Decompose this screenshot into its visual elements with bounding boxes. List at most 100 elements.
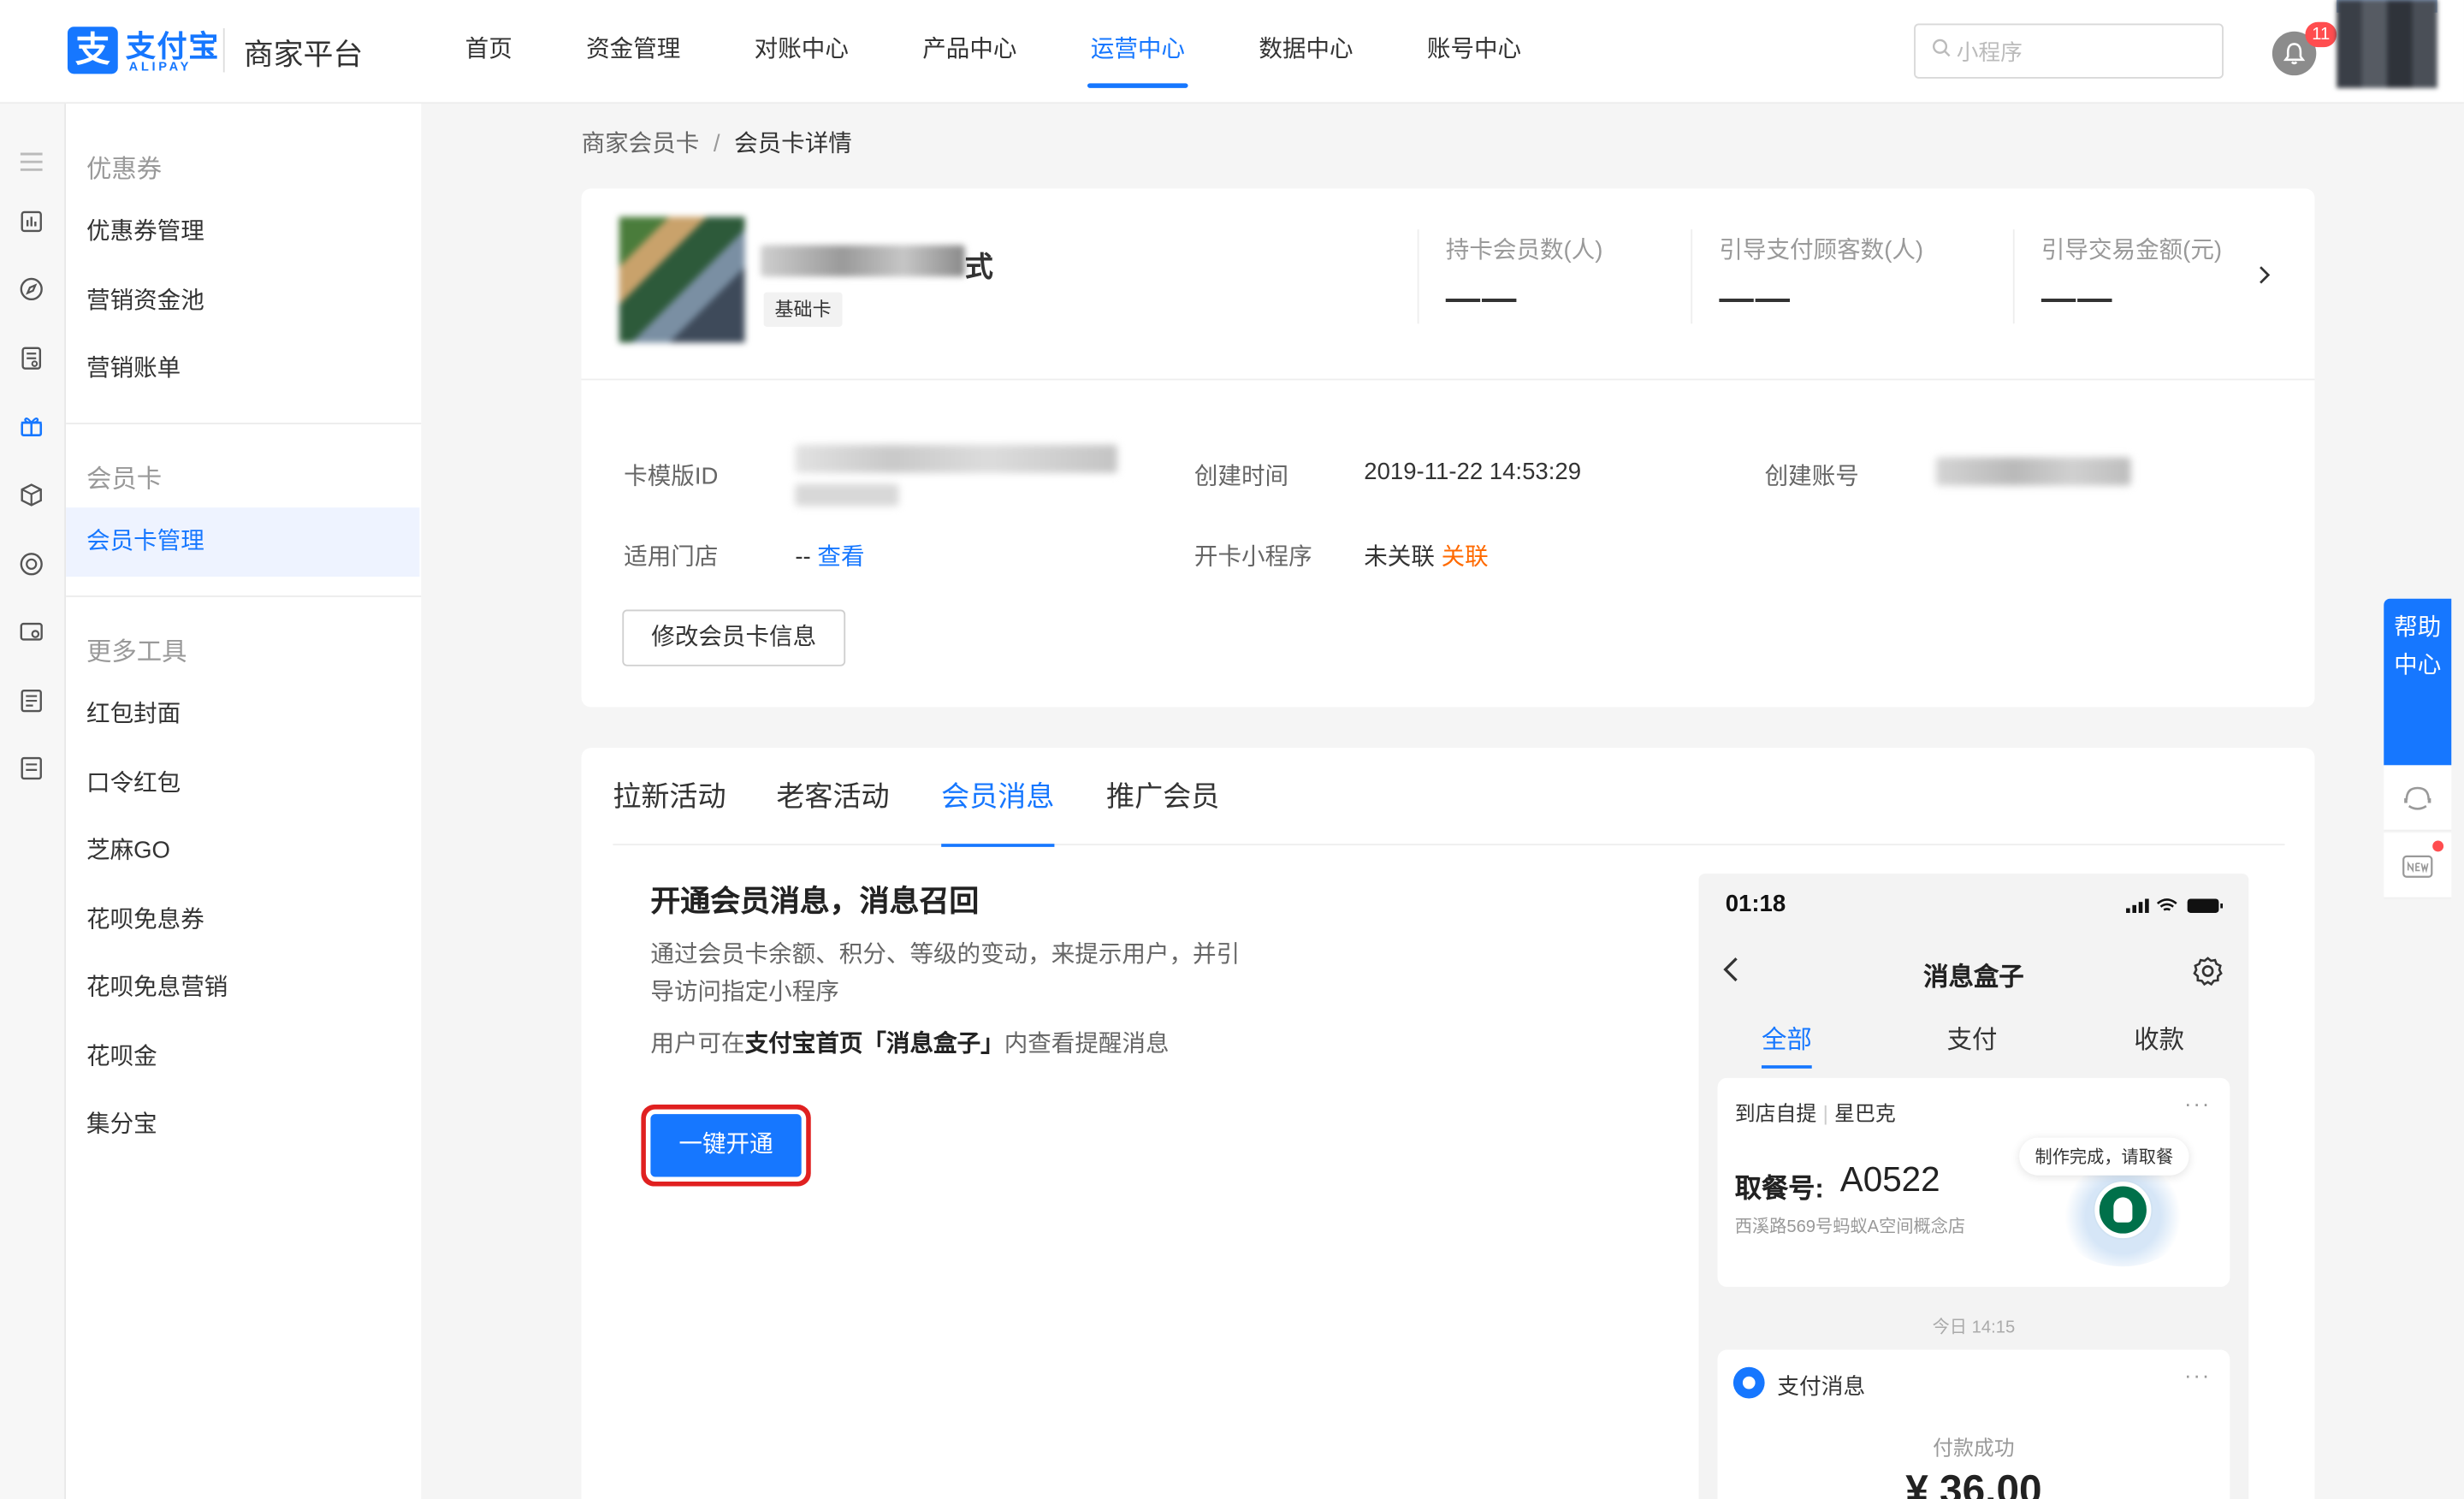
phone-nav-title: 消息盒子	[1923, 964, 2024, 992]
activity-panel: 拉新活动 老客活动 会员消息 推广会员 开通会员消息，消息召回 通过会员卡余额、…	[581, 748, 2315, 1499]
more-icon[interactable]: ···	[2184, 1362, 2211, 1387]
sidebar-item-red-packet-cover[interactable]: 红包封面	[66, 680, 419, 750]
nav-item-reconciliation[interactable]: 对账中心	[729, 0, 874, 104]
sidebar-divider	[66, 595, 422, 597]
section-hint: 用户可在支付宝首页「消息盒子」内查看提醒消息	[650, 1026, 1169, 1059]
logo-figure	[2113, 1197, 2133, 1223]
phone-tab-all[interactable]: 全部	[1761, 1018, 1812, 1069]
nav-item-home[interactable]: 首页	[440, 0, 537, 104]
sidebar-divider	[66, 423, 422, 424]
notes-icon[interactable]	[17, 755, 45, 783]
card-name-redacted	[760, 245, 965, 277]
gift-icon[interactable]	[17, 412, 45, 440]
sidebar-item-password-red-packet[interactable]: 口令红包	[66, 750, 419, 819]
card-detail-panel: 式 基础卡 持卡会员数(人) —— 引导支付顾客数(人) —— 引导交易金额(元…	[581, 188, 2315, 708]
top-header: 支 支付宝 ALIPAY 商家平台 首页 资金管理 对账中心 产品中心 运营中心…	[0, 0, 2464, 104]
search-input[interactable]	[1956, 25, 2216, 77]
alipay-logo-icon[interactable]: 支	[67, 27, 118, 74]
link-miniapp-link[interactable]: 关联	[1442, 543, 1489, 570]
compass-icon[interactable]	[17, 275, 45, 303]
nav-item-operations[interactable]: 运营中心	[1065, 0, 1210, 104]
enable-messages-button[interactable]: 一键开通	[650, 1114, 802, 1177]
stat-members: 持卡会员数(人) ——	[1446, 233, 1603, 319]
created-account-label: 创建账号	[1764, 463, 1859, 490]
sidebar-item-huabei-gold[interactable]: 花呗金	[66, 1023, 419, 1093]
hint-prefix: 用户可在	[650, 1030, 745, 1058]
avatar[interactable]	[2337, 0, 2437, 88]
menu-icon[interactable]	[17, 148, 45, 176]
status-bubble: 制作完成，请取餐	[2019, 1137, 2189, 1176]
header-divider: |	[1822, 1101, 1828, 1125]
tab-new-customer[interactable]: 拉新活动	[613, 748, 726, 845]
sidebar-item-funding-pool[interactable]: 营销资金池	[66, 267, 419, 336]
nav-item-products[interactable]: 产品中心	[897, 0, 1042, 104]
payment-icon	[1732, 1366, 1765, 1399]
more-icon[interactable]: ···	[2184, 1091, 2211, 1116]
tab-member-message[interactable]: 会员消息	[941, 748, 1055, 847]
logo-subtext: ALIPAY	[128, 59, 192, 74]
pickup-card-header: 到店自提 | 星巴克	[1735, 1097, 1896, 1127]
sidebar-item-jifenbao[interactable]: 集分宝	[66, 1091, 419, 1160]
breadcrumb-parent[interactable]: 商家会员卡	[582, 130, 700, 157]
created-time-label: 创建时间	[1194, 463, 1289, 490]
search-box[interactable]	[1914, 23, 2224, 79]
help-center-label: 帮助中心	[2394, 614, 2442, 679]
template-id-label: 卡模版ID	[624, 463, 719, 490]
pickup-merchant: 星巴克	[1834, 1101, 1896, 1125]
breadcrumb-current: 会员卡详情	[734, 130, 852, 157]
nav-item-data[interactable]: 数据中心	[1234, 0, 1378, 104]
breadcrumb: 商家会员卡 / 会员卡详情	[582, 126, 852, 159]
phone-clock: 01:18	[1725, 891, 1786, 918]
sidebar-item-zhima-go[interactable]: 芝麻GO	[66, 817, 419, 886]
bell-icon	[2283, 43, 2306, 65]
section-description: 通过会员卡余额、积分、等级的变动，来提示用户，并引导访问指定小程序	[650, 941, 1241, 1006]
customer-service-button[interactable]	[2384, 765, 2452, 832]
edit-card-button[interactable]: 修改会员卡信息	[622, 609, 846, 667]
nav-item-funds[interactable]: 资金管理	[561, 0, 706, 104]
tab-promote-member[interactable]: 推广会员	[1106, 748, 1219, 845]
pickup-number: A0522	[1839, 1159, 1940, 1200]
miniapp-status: 未关联	[1364, 543, 1435, 571]
phone-tab-collection[interactable]: 收款	[2134, 1018, 2184, 1056]
payment-title: 支付消息	[1777, 1373, 1866, 1399]
phone-tab-payment[interactable]: 支付	[1947, 1018, 1998, 1056]
breadcrumb-separator: /	[713, 130, 720, 157]
tab-old-customer[interactable]: 老客活动	[776, 748, 889, 845]
sidebar-item-huabei-marketing[interactable]: 花呗免息营销	[66, 954, 419, 1023]
sidebar-item-member-card-manage[interactable]: 会员卡管理	[66, 507, 420, 577]
coin-icon[interactable]	[17, 550, 45, 578]
stores-label: 适用门店	[624, 543, 719, 571]
starbucks-logo-icon	[2094, 1182, 2152, 1239]
search-icon	[1933, 39, 1951, 57]
sidebar-group-member-card: 会员卡	[86, 466, 163, 494]
document-icon[interactable]	[17, 344, 45, 372]
payment-message-card[interactable]: 支付消息 ··· 付款成功 ¥ 36.00	[1717, 1349, 2230, 1499]
stat-value: ——	[2040, 278, 2114, 317]
sidebar-item-marketing-bill[interactable]: 营销账单	[66, 335, 419, 404]
app-root: 支 支付宝 ALIPAY 商家平台 首页 资金管理 对账中心 产品中心 运营中心…	[0, 0, 2464, 1499]
logo-divider	[222, 28, 225, 73]
card-thumbnail	[619, 216, 745, 343]
view-stores-link[interactable]: 查看	[817, 543, 864, 570]
pickup-number-label: 取餐号:	[1734, 1173, 1824, 1204]
phone-preview: 01:18 消息盒子 全部 支付 收款 到店自提 | 星巴克 ··· 制作完成，…	[1698, 874, 2249, 1499]
wallet-icon[interactable]	[17, 618, 45, 646]
section-title: 开通会员消息，消息召回	[650, 886, 980, 920]
pickup-message-card[interactable]: 到店自提 | 星巴克 ··· 制作完成，请取餐 取餐号: A0522 西溪路569号…	[1717, 1077, 2230, 1288]
platform-name: 商家平台	[243, 39, 364, 73]
bar-chart-icon[interactable]	[17, 207, 45, 235]
gear-icon[interactable]	[2192, 956, 2224, 987]
phone-status-icons	[2126, 898, 2224, 914]
help-center-button[interactable]: 帮助中心	[2384, 598, 2452, 766]
sidebar-item-coupon-manage[interactable]: 优惠券管理	[66, 198, 419, 267]
new-indicator-dot	[2432, 840, 2444, 852]
chevron-right-icon[interactable]	[2254, 264, 2276, 287]
whats-new-button[interactable]	[2384, 832, 2452, 899]
sidebar-item-huabei-coupon[interactable]: 花呗免息券	[66, 886, 419, 956]
created-time-value: 2019-11-22 14:53:29	[1364, 459, 1582, 486]
cube-icon[interactable]	[17, 481, 45, 509]
sidebar: 优惠券 优惠券管理 营销资金池 营销账单 会员卡 会员卡管理 更多工具 红包封面…	[66, 104, 422, 1499]
nav-item-account[interactable]: 账号中心	[1402, 0, 1547, 104]
created-account-redacted	[1935, 457, 2131, 486]
list-icon[interactable]	[17, 687, 45, 715]
